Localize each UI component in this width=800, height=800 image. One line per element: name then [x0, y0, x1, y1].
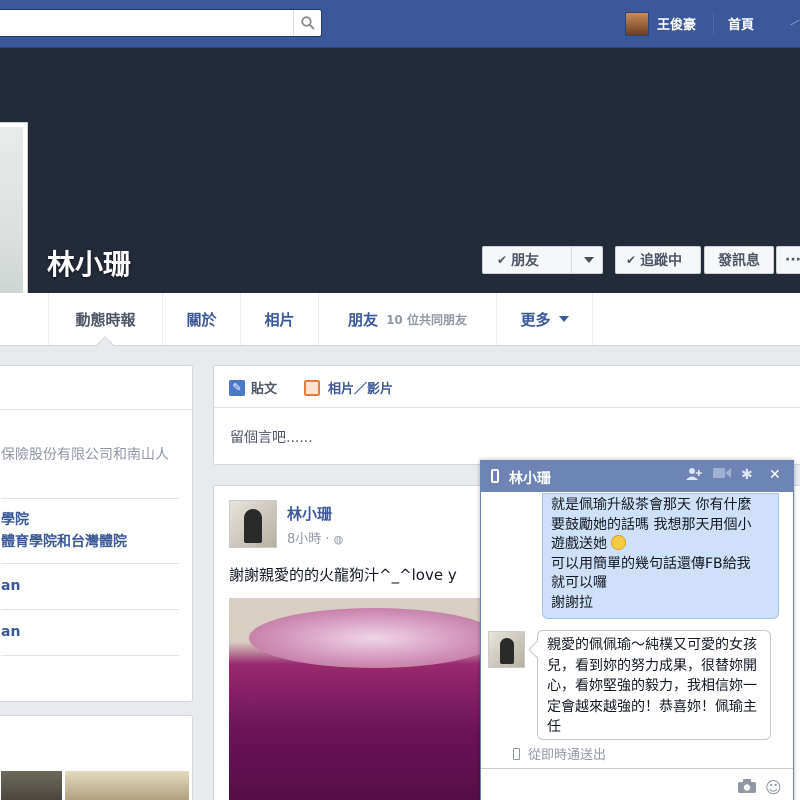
sent-via-mobile: 從即時通送出 — [513, 744, 606, 763]
photos-card — [0, 715, 193, 800]
tab-photos-label: 相片 — [264, 310, 295, 329]
composer-post-tab[interactable]: ✎ 貼文 — [229, 378, 277, 397]
friend-button[interactable]: ✔ 朋友 — [482, 246, 603, 274]
divider — [713, 12, 714, 34]
smile-emoji-icon — [611, 535, 627, 550]
camera-icon[interactable] — [738, 779, 756, 797]
post-photo[interactable] — [229, 598, 489, 800]
message-line: 謝謝拉 — [551, 594, 593, 611]
work-item: 保險股份有限公司和南山人 — [1, 447, 169, 463]
chevron-down-icon — [558, 316, 569, 322]
chat-window: 林小珊 ✱ ✕ 就是佩瑜升級茶會那天 你有什麼 要鼓勵她的話嗎 我想那天用個小 … — [480, 460, 794, 800]
tab-more-label: 更多 — [520, 310, 551, 329]
photo-icon — [304, 379, 320, 396]
card-header — [0, 366, 192, 410]
tab-about[interactable]: 關於 — [162, 293, 240, 345]
post-timestamp-text: 8小時 · — [287, 532, 334, 547]
education-link[interactable]: 體育學院和台灣體院 — [1, 531, 127, 553]
chevron-down-icon[interactable] — [584, 257, 594, 263]
message-button[interactable]: 發訊息 — [704, 246, 774, 274]
tab-more[interactable]: 更多 — [496, 293, 593, 345]
top-navigation-bar: 王俊豪 首頁 — [0, 0, 800, 48]
post-composer: ✎ 貼文 相片／影片 留個言吧...... — [213, 365, 800, 465]
education-link[interactable]: 學院 — [1, 509, 29, 531]
sent-via-label: 從即時通送出 — [528, 748, 607, 763]
message-line: 就可以囉 — [551, 575, 607, 591]
message-line: 就是佩瑜升級茶會那天 你有什麼 — [551, 497, 752, 513]
composer-photo-label: 相片／影片 — [328, 382, 394, 397]
composer-post-label: 貼文 — [251, 382, 278, 397]
photo-thumbnail[interactable] — [1, 771, 62, 800]
composer-input[interactable]: 留個言吧...... — [230, 427, 313, 447]
pencil-icon: ✎ — [229, 379, 245, 396]
about-card: 保險股份有限公司和南山人 學院 體育學院和台灣體院 an an — [0, 365, 193, 702]
profile-tabs: 動態時報 關於 相片 朋友 10 位共同朋友 更多 — [0, 293, 800, 346]
divider — [1, 609, 179, 610]
following-button-label: 追蹤中 — [640, 253, 683, 269]
chat-title[interactable]: 林小珊 — [509, 468, 551, 488]
emoji-icon[interactable]: ☺ — [765, 778, 782, 797]
more-icon: ··· — [785, 252, 800, 268]
home-link[interactable]: 首頁 — [728, 14, 754, 33]
tab-friends-label: 朋友 — [348, 310, 379, 329]
search-button[interactable] — [293, 10, 321, 36]
video-call-icon[interactable] — [713, 467, 731, 483]
mobile-icon — [513, 747, 520, 760]
composer-tabs: ✎ 貼文 相片／影片 — [214, 366, 800, 408]
message-line: 遊戲送她 — [551, 536, 607, 552]
user-name-link[interactable]: 王俊豪 — [657, 14, 696, 33]
divider — [1, 655, 179, 656]
globe-icon: ◍ — [333, 533, 344, 546]
add-friend-icon[interactable] — [686, 467, 702, 485]
gear-icon[interactable]: ✱ — [741, 467, 753, 483]
post-timestamp[interactable]: 8小時 · ◍ — [287, 528, 343, 547]
divider — [571, 247, 572, 273]
tab-about-label: 關於 — [186, 310, 217, 329]
chat-sender-avatar[interactable] — [488, 631, 525, 668]
tab-friends[interactable]: 朋友 10 位共同朋友 — [318, 293, 496, 345]
post-author-name[interactable]: 林小珊 — [287, 503, 332, 524]
tab-photos[interactable]: 相片 — [240, 293, 318, 345]
place-link[interactable]: an — [1, 575, 20, 597]
place-link[interactable]: an — [1, 621, 20, 643]
message-line-with-emoji: 遊戲送她 — [551, 535, 770, 555]
outgoing-message: 就是佩瑜升級茶會那天 你有什麼 要鼓勵她的話嗎 我想那天用個小 遊戲送她 可以用… — [542, 493, 779, 619]
incoming-message: 親愛的佩佩瑜～純樸又可愛的女孩兒，看到妳的努力成果，很替妳開心，看妳堅強的毅力，… — [537, 630, 771, 740]
close-icon[interactable]: ✕ — [769, 467, 781, 483]
divider — [1, 563, 179, 564]
composer-photo-tab[interactable]: 相片／影片 — [304, 378, 393, 397]
user-avatar[interactable] — [625, 12, 649, 36]
chat-message-input[interactable]: ☺ — [481, 768, 793, 800]
message-line: 可以用簡單的幾句話還傳FB給我 — [551, 555, 751, 572]
chat-header[interactable]: 林小珊 ✱ ✕ — [481, 461, 793, 492]
message-text: 親愛的佩佩瑜～純樸又可愛的女孩兒，看到妳的努力成果，很替妳開心，看妳堅強的毅力，… — [547, 637, 757, 735]
check-icon: ✔ — [497, 253, 508, 267]
post-author-avatar[interactable] — [229, 500, 277, 548]
check-icon: ✔ — [626, 253, 637, 267]
message-line: 要鼓勵她的話嗎 我想那天用個小 — [551, 516, 752, 533]
photo-content — [249, 608, 489, 668]
message-button-label: 發訊息 — [718, 253, 760, 269]
search-input[interactable] — [0, 9, 322, 37]
more-options-button[interactable]: ··· — [776, 246, 800, 274]
divider — [1, 498, 179, 499]
tab-timeline-label: 動態時報 — [75, 310, 136, 329]
profile-name[interactable]: 林小珊 — [47, 243, 131, 283]
following-button[interactable]: ✔ 追蹤中 — [615, 246, 701, 274]
post-text: 謝謝親愛的的火龍狗汁^_^love y — [229, 566, 457, 584]
divider — [790, 19, 800, 26]
mobile-icon — [491, 469, 499, 483]
friend-button-label: 朋友 — [511, 253, 540, 269]
photo-thumbnail[interactable] — [65, 771, 189, 800]
mutual-friends-count: 10 位共同朋友 — [386, 312, 467, 327]
search-icon — [300, 16, 315, 30]
